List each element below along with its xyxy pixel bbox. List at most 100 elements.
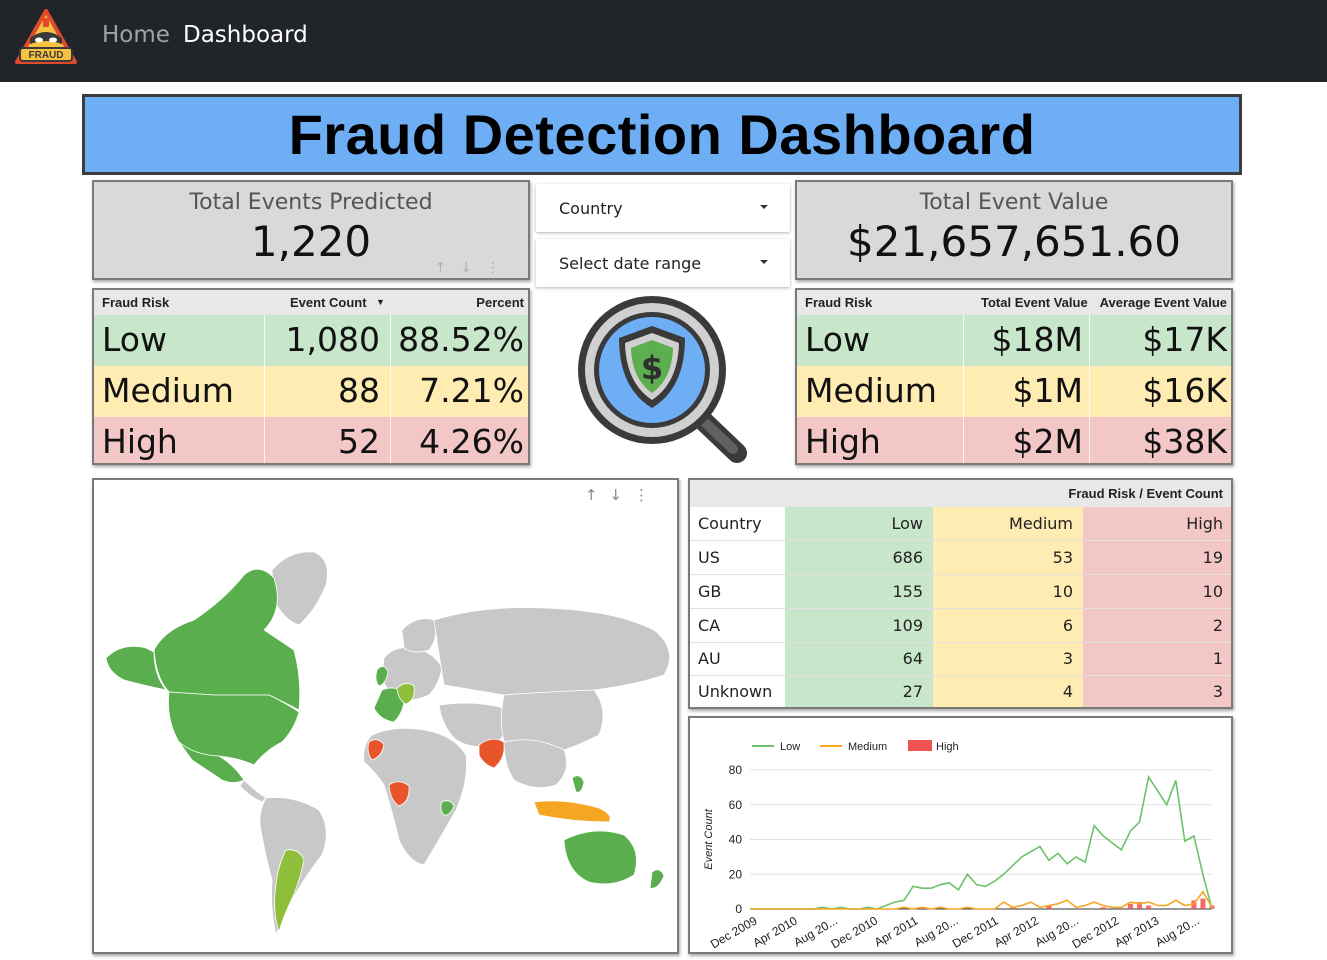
risk-count: 52 — [338, 422, 380, 461]
dropdown-caret-icon — [760, 205, 768, 209]
map-region-central-america — [239, 779, 267, 803]
more-menu-icon[interactable]: ⋮ — [634, 486, 661, 504]
legend-swatch — [908, 740, 932, 751]
more-menu-icon[interactable]: ⋮ — [486, 260, 514, 276]
country-cell: Unknown — [698, 682, 773, 701]
sort-desc-icon[interactable]: ▼ — [376, 297, 385, 307]
risk-count-table: Fraud Risk Event Count ▼ Percent Low 1,0… — [92, 288, 530, 465]
high-cell: 10 — [1202, 582, 1223, 601]
country-filter[interactable]: Country — [536, 184, 790, 232]
sort-up-icon[interactable]: ↑ — [435, 260, 461, 276]
low-cell: 27 — [902, 682, 923, 701]
sort-up-icon[interactable]: ↑ — [585, 486, 610, 504]
x-tick-label: Dec 2010 — [829, 913, 881, 951]
fraud-logo-icon[interactable]: FRAUD — [14, 8, 78, 68]
col-average-value[interactable]: Average Event Value — [1100, 295, 1227, 310]
low-series-line — [750, 774, 1213, 910]
high-bar — [1200, 898, 1206, 909]
table-row: Medium 88 7.21% — [94, 366, 528, 417]
page-title: Fraud Detection Dashboard — [288, 103, 1036, 166]
x-tick-label: Apr 2012 — [992, 913, 1041, 950]
table-row: High 52 4.26% — [94, 417, 528, 463]
header-medium[interactable]: Medium — [1009, 507, 1073, 541]
high-cell: 2 — [1212, 616, 1223, 635]
fraud-shield-magnifier-icon: $ — [578, 296, 747, 463]
column-divider — [264, 315, 265, 463]
risk-percent: 88.52% — [398, 320, 524, 359]
title-banner: Fraud Detection Dashboard — [82, 94, 1242, 175]
header-country[interactable]: Country — [698, 507, 762, 541]
risk-label: Low — [102, 320, 167, 359]
x-tick-label: Apr 2013 — [1112, 913, 1161, 950]
row-divider — [690, 608, 1231, 609]
world-map[interactable] — [94, 480, 679, 954]
low-cell: 155 — [892, 582, 923, 601]
risk-average: $38K — [1142, 422, 1227, 461]
col-fraud-risk[interactable]: Fraud Risk — [102, 295, 169, 310]
high-cell: 19 — [1202, 548, 1223, 567]
risk-count: 1,080 — [285, 320, 380, 359]
medium-cell: 6 — [1062, 616, 1073, 635]
high-cell: 3 — [1212, 682, 1223, 701]
y-tick-label: 20 — [729, 867, 743, 881]
medium-series-line — [750, 890, 1213, 910]
nav-dashboard-link[interactable]: Dashboard — [183, 22, 308, 48]
col-event-count[interactable]: Event Count — [290, 295, 367, 310]
x-tick-label: Dec 2009 — [708, 913, 760, 951]
event-trend-chart[interactable]: 0 20 40 60 80 Event Count Dec 2009Apr 2010 Aug … — [690, 718, 1233, 954]
table-row: Medium $1M $16K — [797, 366, 1231, 417]
table-title-bar: Fraud Risk / Event Count — [690, 480, 1231, 507]
table-title: Fraud Risk / Event Count — [1068, 486, 1223, 501]
event-trend-chart-panel: 0 20 40 60 80 Event Count Dec 2009 Apr 2010 Aug … — [688, 716, 1233, 954]
header-low[interactable]: Low — [891, 507, 923, 541]
map-region-greenland — [271, 551, 328, 626]
map-tools: ↑↓⋮ — [585, 486, 661, 504]
map-region-philippines — [571, 775, 585, 793]
risk-total: $18M — [991, 320, 1083, 359]
date-range-label: Select date range — [559, 253, 702, 273]
y-axis-label: Event Count — [703, 808, 715, 869]
risk-percent: 7.21% — [419, 371, 524, 410]
risk-label: High — [102, 422, 178, 461]
table-row: High $2M $38K — [797, 417, 1231, 463]
risk-count: 88 — [338, 371, 380, 410]
low-cell: 686 — [892, 548, 923, 567]
y-tick-label: 80 — [729, 763, 743, 777]
total-events-scorecard: Total Events Predicted 1,220 ↑↓⋮ — [92, 180, 530, 280]
low-cell: 64 — [902, 649, 923, 668]
y-tick-label: 0 — [735, 902, 742, 916]
total-events-value: 1,220 — [250, 217, 372, 266]
risk-average: $17K — [1142, 320, 1227, 359]
col-total-value[interactable]: Total Event Value — [981, 295, 1088, 310]
col-percent[interactable]: Percent — [476, 295, 524, 310]
medium-cell: 4 — [1062, 682, 1073, 701]
navbar: FRAUD Home Dashboard — [0, 0, 1327, 82]
country-cell: US — [698, 548, 720, 567]
date-range-filter[interactable]: Select date range — [536, 239, 790, 287]
risk-value-table: Fraud Risk Total Event Value Average Eve… — [795, 288, 1233, 465]
sort-down-icon[interactable]: ↓ — [460, 260, 486, 276]
x-tick-label: Apr 2011 — [872, 913, 921, 949]
scorecard-tools: ↑↓⋮ — [435, 260, 514, 276]
risk-label: Low — [805, 320, 870, 359]
column-divider — [963, 315, 964, 463]
legend-label: High — [936, 741, 959, 753]
svg-text:$: $ — [641, 349, 663, 387]
y-tick-label: 60 — [729, 798, 743, 812]
table-header: Fraud Risk Total Event Value Average Eve… — [797, 290, 1231, 315]
low-cell: 109 — [892, 616, 923, 635]
dropdown-caret-icon — [760, 260, 768, 264]
logo-text: FRAUD — [29, 50, 64, 61]
table-row: Low $18M $17K — [797, 315, 1231, 366]
nav-home-link[interactable]: Home — [102, 22, 170, 48]
header-high[interactable]: High — [1186, 507, 1223, 541]
risk-total: $2M — [1012, 422, 1083, 461]
risk-percent: 4.26% — [419, 422, 524, 461]
risk-label: High — [805, 422, 881, 461]
x-tick-label: Dec 2011 — [950, 913, 1001, 951]
col-fraud-risk[interactable]: Fraud Risk — [805, 295, 872, 310]
sort-down-icon[interactable]: ↓ — [609, 486, 634, 504]
map-region-australia — [563, 830, 637, 885]
medium-cell: 10 — [1052, 582, 1073, 601]
total-value-scorecard: Total Event Value $21,657,651.60 — [795, 180, 1233, 280]
